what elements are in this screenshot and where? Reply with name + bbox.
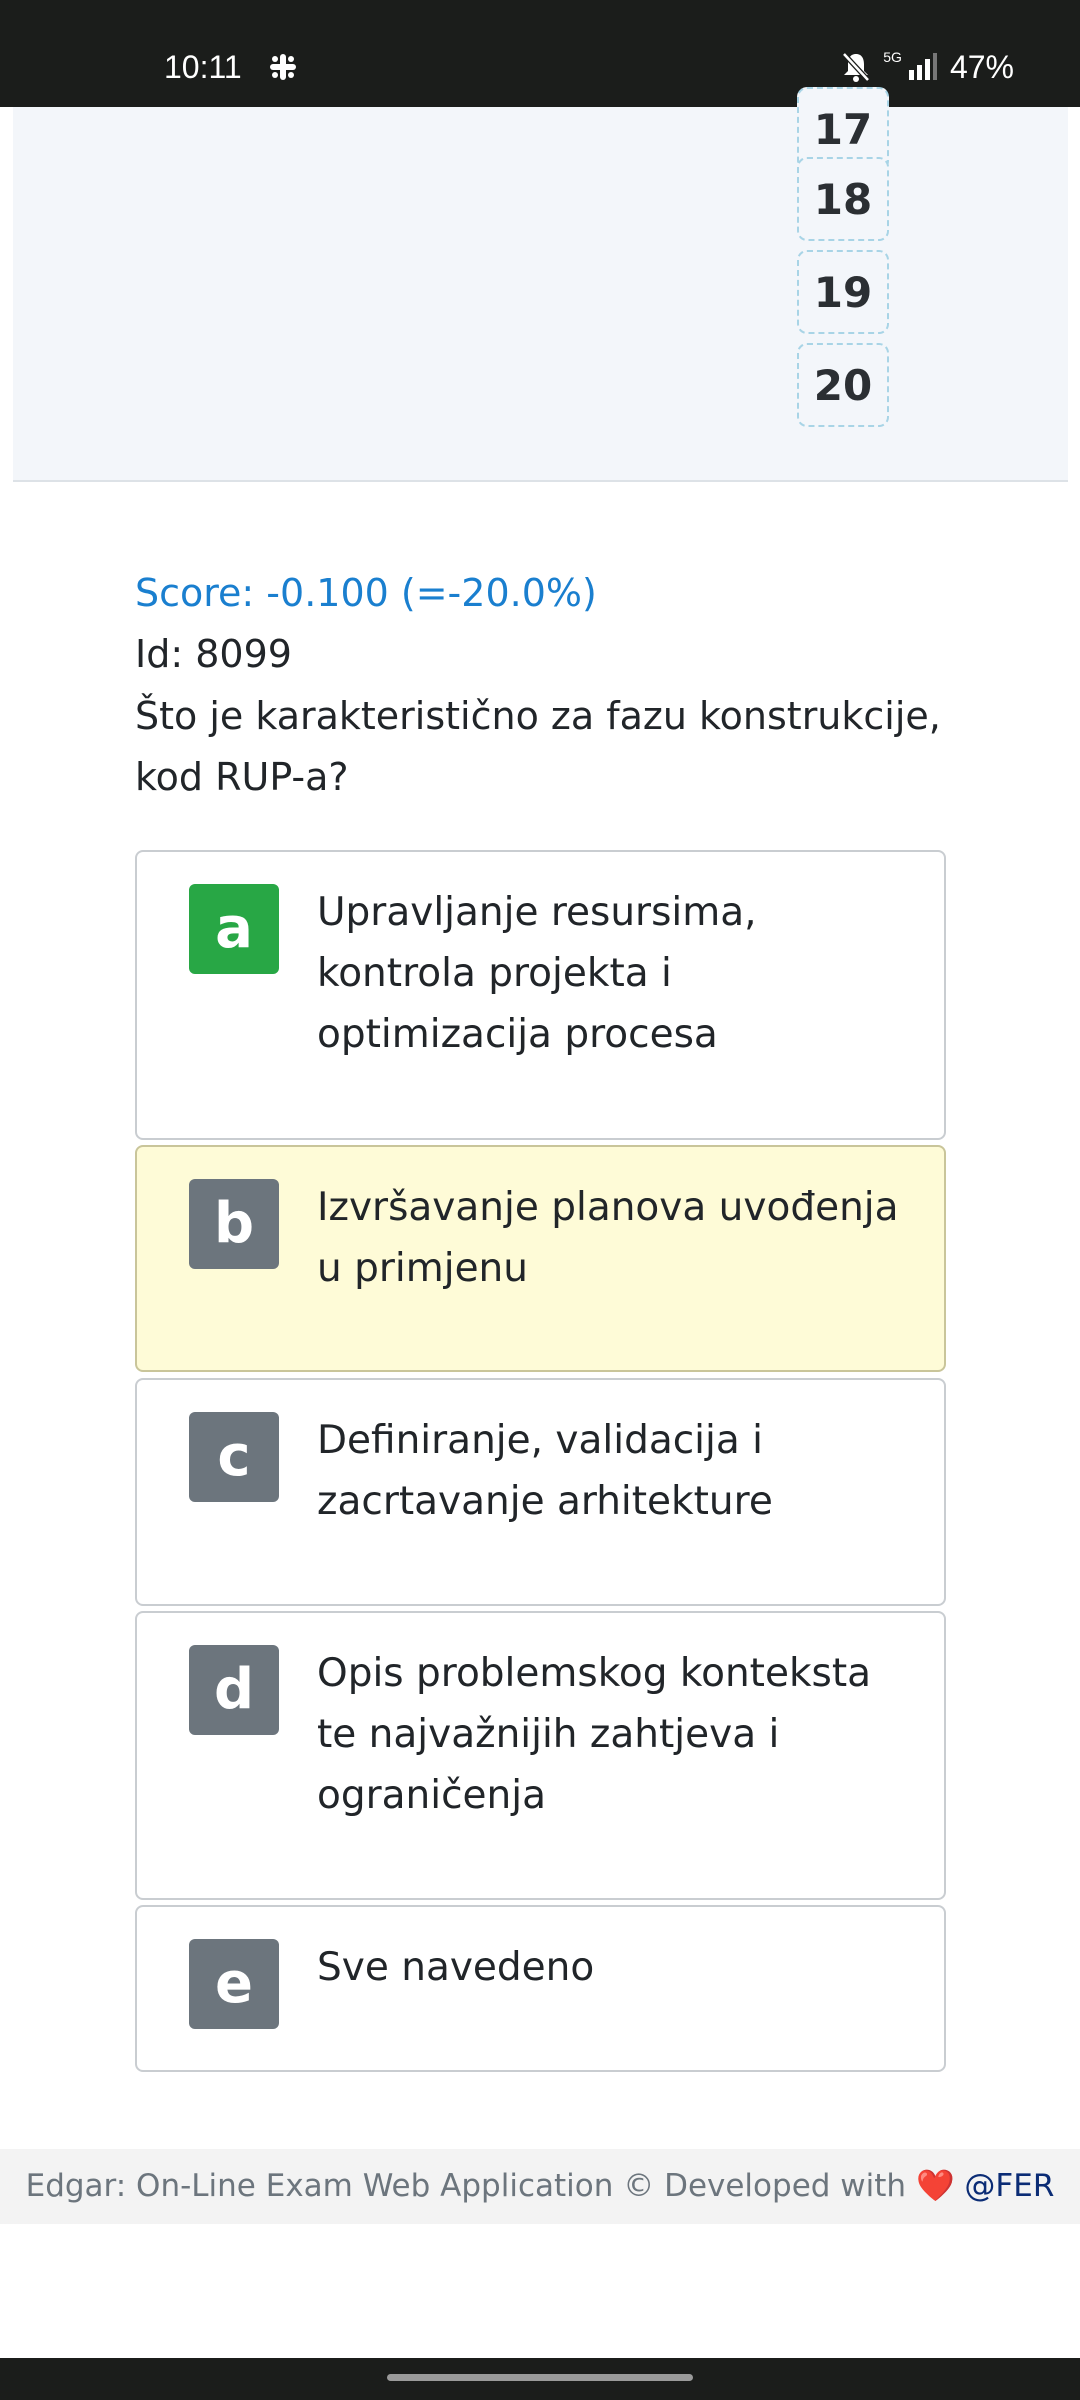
battery-level: 47%: [949, 49, 1014, 85]
heart-icon: ❤️: [915, 2168, 955, 2204]
answer-letter-badge: e: [189, 1939, 279, 2029]
answer-letter-badge: d: [189, 1645, 279, 1735]
slack-icon: [268, 52, 298, 82]
answer-letter-badge: b: [189, 1179, 279, 1269]
question-score: Score: -0.100 (=-20.0%): [135, 571, 597, 615]
system-nav-bar: [0, 2358, 1080, 2400]
page-footer: Edgar: On-Line Exam Web Application © De…: [0, 2149, 1080, 2224]
fer-link[interactable]: @FER: [964, 2168, 1054, 2204]
answer-text: Izvršavanje planova uvođenja u primjenu: [317, 1185, 899, 1291]
answer-letter-badge: a: [189, 884, 279, 974]
status-bar: 10:11 5G 47%: [0, 0, 1080, 107]
answer-option-a[interactable]: a Upravljanje resursima, kontrola projek…: [135, 850, 946, 1140]
question-text: Što je karakteristično za fazu konstrukc…: [135, 694, 941, 799]
question-number-19[interactable]: 19: [797, 250, 889, 334]
footer-text: Edgar: On-Line Exam Web Application © De…: [25, 2168, 907, 2204]
answer-option-e[interactable]: e Sve navedeno: [135, 1905, 946, 2072]
network-type: 5G: [883, 49, 902, 65]
answer-letter-badge: c: [189, 1412, 279, 1502]
answer-option-b[interactable]: b Izvršavanje planova uvođenja u primjen…: [135, 1145, 946, 1372]
status-time: 10:11: [164, 49, 242, 85]
answer-option-d[interactable]: d Opis problemskog konteksta te najvažni…: [135, 1611, 946, 1900]
mute-bell-icon: [841, 51, 871, 83]
question-number-18[interactable]: 18: [797, 157, 889, 241]
answer-text: Upravljanje resursima, kontrola projekta…: [317, 890, 757, 1057]
answer-text: Sve navedeno: [317, 1945, 595, 1990]
question-id: Id: 8099: [135, 632, 292, 676]
answer-option-c[interactable]: c Definiranje, validacija i zacrtavanje …: [135, 1378, 946, 1606]
signal-icon: [908, 52, 938, 82]
answer-text: Definiranje, validacija i zacrtavanje ar…: [317, 1418, 773, 1524]
home-gesture-handle[interactable]: [387, 2374, 693, 2381]
question-number-20[interactable]: 20: [797, 343, 889, 427]
answer-text: Opis problemskog konteksta te najvažniji…: [317, 1651, 872, 1818]
status-right: 5G 47%: [841, 47, 1014, 87]
question-nav-panel: 17 18 19 20: [13, 87, 1068, 482]
